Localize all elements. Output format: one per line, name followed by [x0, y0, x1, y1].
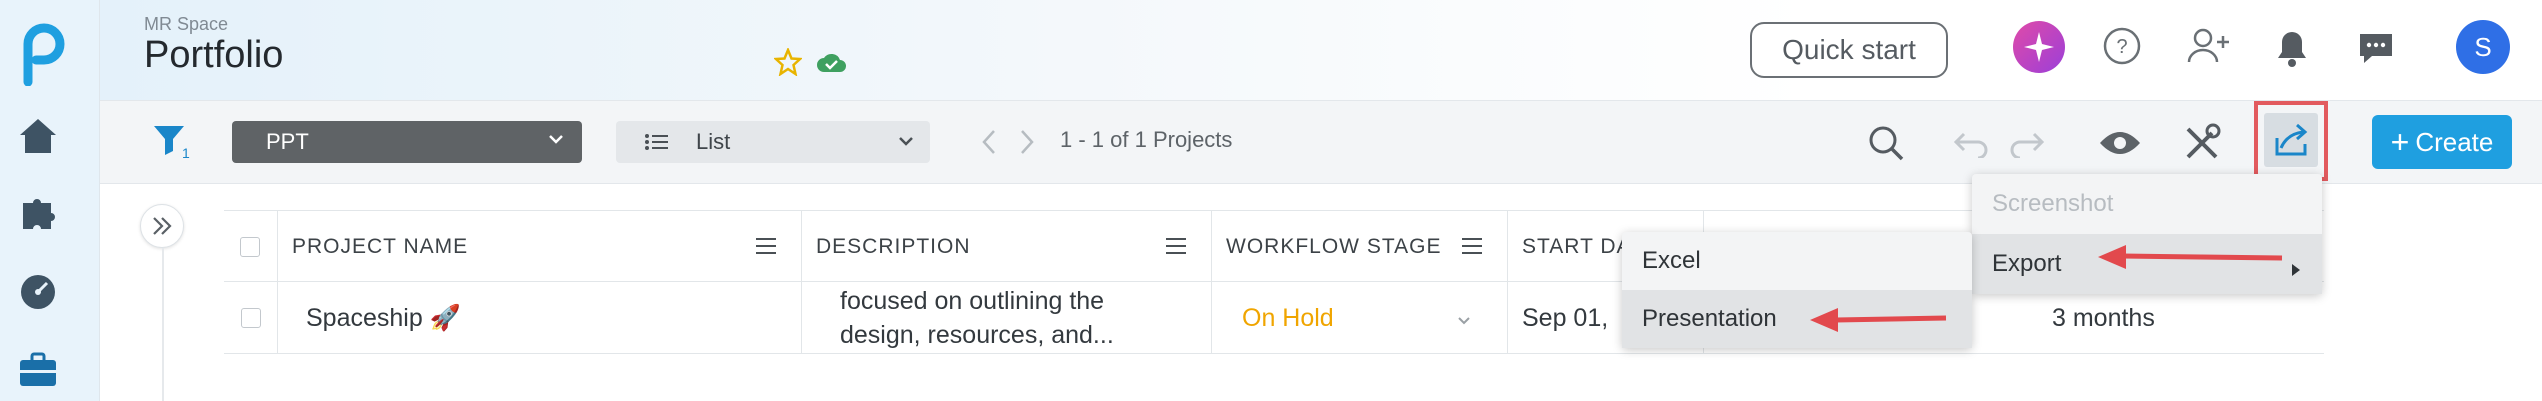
column-label: DESCRIPTION: [816, 235, 971, 258]
view-select[interactable]: PPT: [232, 121, 582, 163]
plus-icon: +: [2390, 123, 2410, 160]
puzzle-icon[interactable]: [16, 190, 60, 234]
share-icon: [2275, 123, 2308, 156]
project-name-cell[interactable]: Spaceship 🚀: [278, 282, 802, 354]
toolbar: 1 PPT List 1 - 1 of 1 Projects + Create: [100, 100, 2542, 184]
column-label: WORKFLOW STAGE: [1226, 235, 1442, 258]
select-all-checkbox[interactable]: [240, 237, 260, 257]
chat-icon[interactable]: [2356, 30, 2396, 71]
panel-divider: [162, 248, 164, 401]
redo-icon[interactable]: [2004, 121, 2048, 165]
search-icon[interactable]: [1864, 121, 1908, 165]
select-all-cell: [224, 211, 278, 283]
row-checkbox[interactable]: [240, 308, 261, 328]
menu-item-label: Export: [1992, 250, 2062, 277]
row-select-cell: [224, 282, 278, 354]
next-page-icon[interactable]: [1018, 127, 1036, 165]
double-chevron-right-icon: [153, 217, 172, 235]
chevron-down-icon: [546, 129, 566, 155]
column-label: START DA: [1522, 235, 1632, 258]
column-header-description[interactable]: DESCRIPTION: [802, 211, 1212, 283]
cloud-saved-icon: [816, 52, 846, 79]
undo-icon[interactable]: [1950, 121, 1994, 165]
prev-page-icon[interactable]: [980, 127, 998, 165]
page-header: MR Space Portfolio Quick start ? S: [100, 0, 2542, 100]
chevron-down-icon: [896, 131, 916, 157]
add-user-icon[interactable]: [2186, 26, 2232, 71]
user-avatar[interactable]: S: [2456, 20, 2510, 74]
column-menu-icon[interactable]: [755, 237, 777, 261]
pagination-status: 1 - 1 of 1 Projects: [1060, 127, 1233, 152]
menu-item-excel[interactable]: Excel: [1622, 232, 1972, 290]
view-select-value: PPT: [266, 129, 309, 154]
app-logo[interactable]: [18, 22, 66, 87]
sidebar: [0, 0, 100, 401]
chevron-down-icon: [1455, 308, 1473, 337]
list-icon: [644, 132, 668, 158]
annotation-arrow-export: [2096, 242, 2284, 277]
column-menu-icon[interactable]: [1461, 237, 1483, 261]
description-line: design, resources, and...: [840, 321, 1114, 349]
workspace-name[interactable]: MR Space: [144, 14, 228, 35]
column-header-workflow-stage[interactable]: WORKFLOW STAGE: [1212, 211, 1508, 283]
svg-text:?: ?: [2116, 36, 2127, 58]
bell-icon[interactable]: [2274, 28, 2310, 73]
column-header-project-name[interactable]: PROJECT NAME: [278, 211, 802, 283]
help-icon[interactable]: ?: [2102, 26, 2142, 71]
create-button[interactable]: + Create: [2372, 115, 2512, 169]
column-label: PROJECT NAME: [292, 235, 469, 258]
page-title: Portfolio: [144, 34, 284, 76]
description-cell[interactable]: focused on outlining the design, resourc…: [802, 282, 1212, 354]
star-icon[interactable]: [772, 46, 804, 81]
briefcase-icon[interactable]: [16, 348, 60, 392]
menu-item-screenshot[interactable]: Screenshot: [1972, 174, 2322, 234]
description-line: focused on outlining the: [840, 287, 1105, 315]
submenu-caret-icon: [2290, 256, 2302, 284]
create-label: Create: [2415, 126, 2494, 157]
home-icon[interactable]: [16, 114, 60, 158]
column-menu-icon[interactable]: [1165, 237, 1187, 261]
expand-panel-button[interactable]: [140, 204, 184, 248]
filter-count: 1: [182, 145, 190, 161]
annotation-arrow-presentation: [1808, 304, 1948, 339]
layout-select[interactable]: List: [616, 121, 930, 163]
dashboard-gauge-icon[interactable]: [16, 270, 60, 314]
share-export-button[interactable]: [2264, 113, 2318, 167]
stage-value: On Hold: [1242, 303, 1334, 332]
tools-icon[interactable]: [2180, 121, 2224, 165]
workflow-stage-cell[interactable]: On Hold: [1212, 282, 1508, 354]
eye-icon[interactable]: [2098, 121, 2142, 165]
ai-sparkle-icon[interactable]: [2012, 20, 2066, 79]
quick-start-button[interactable]: Quick start: [1750, 22, 1948, 78]
layout-select-value: List: [696, 129, 731, 154]
